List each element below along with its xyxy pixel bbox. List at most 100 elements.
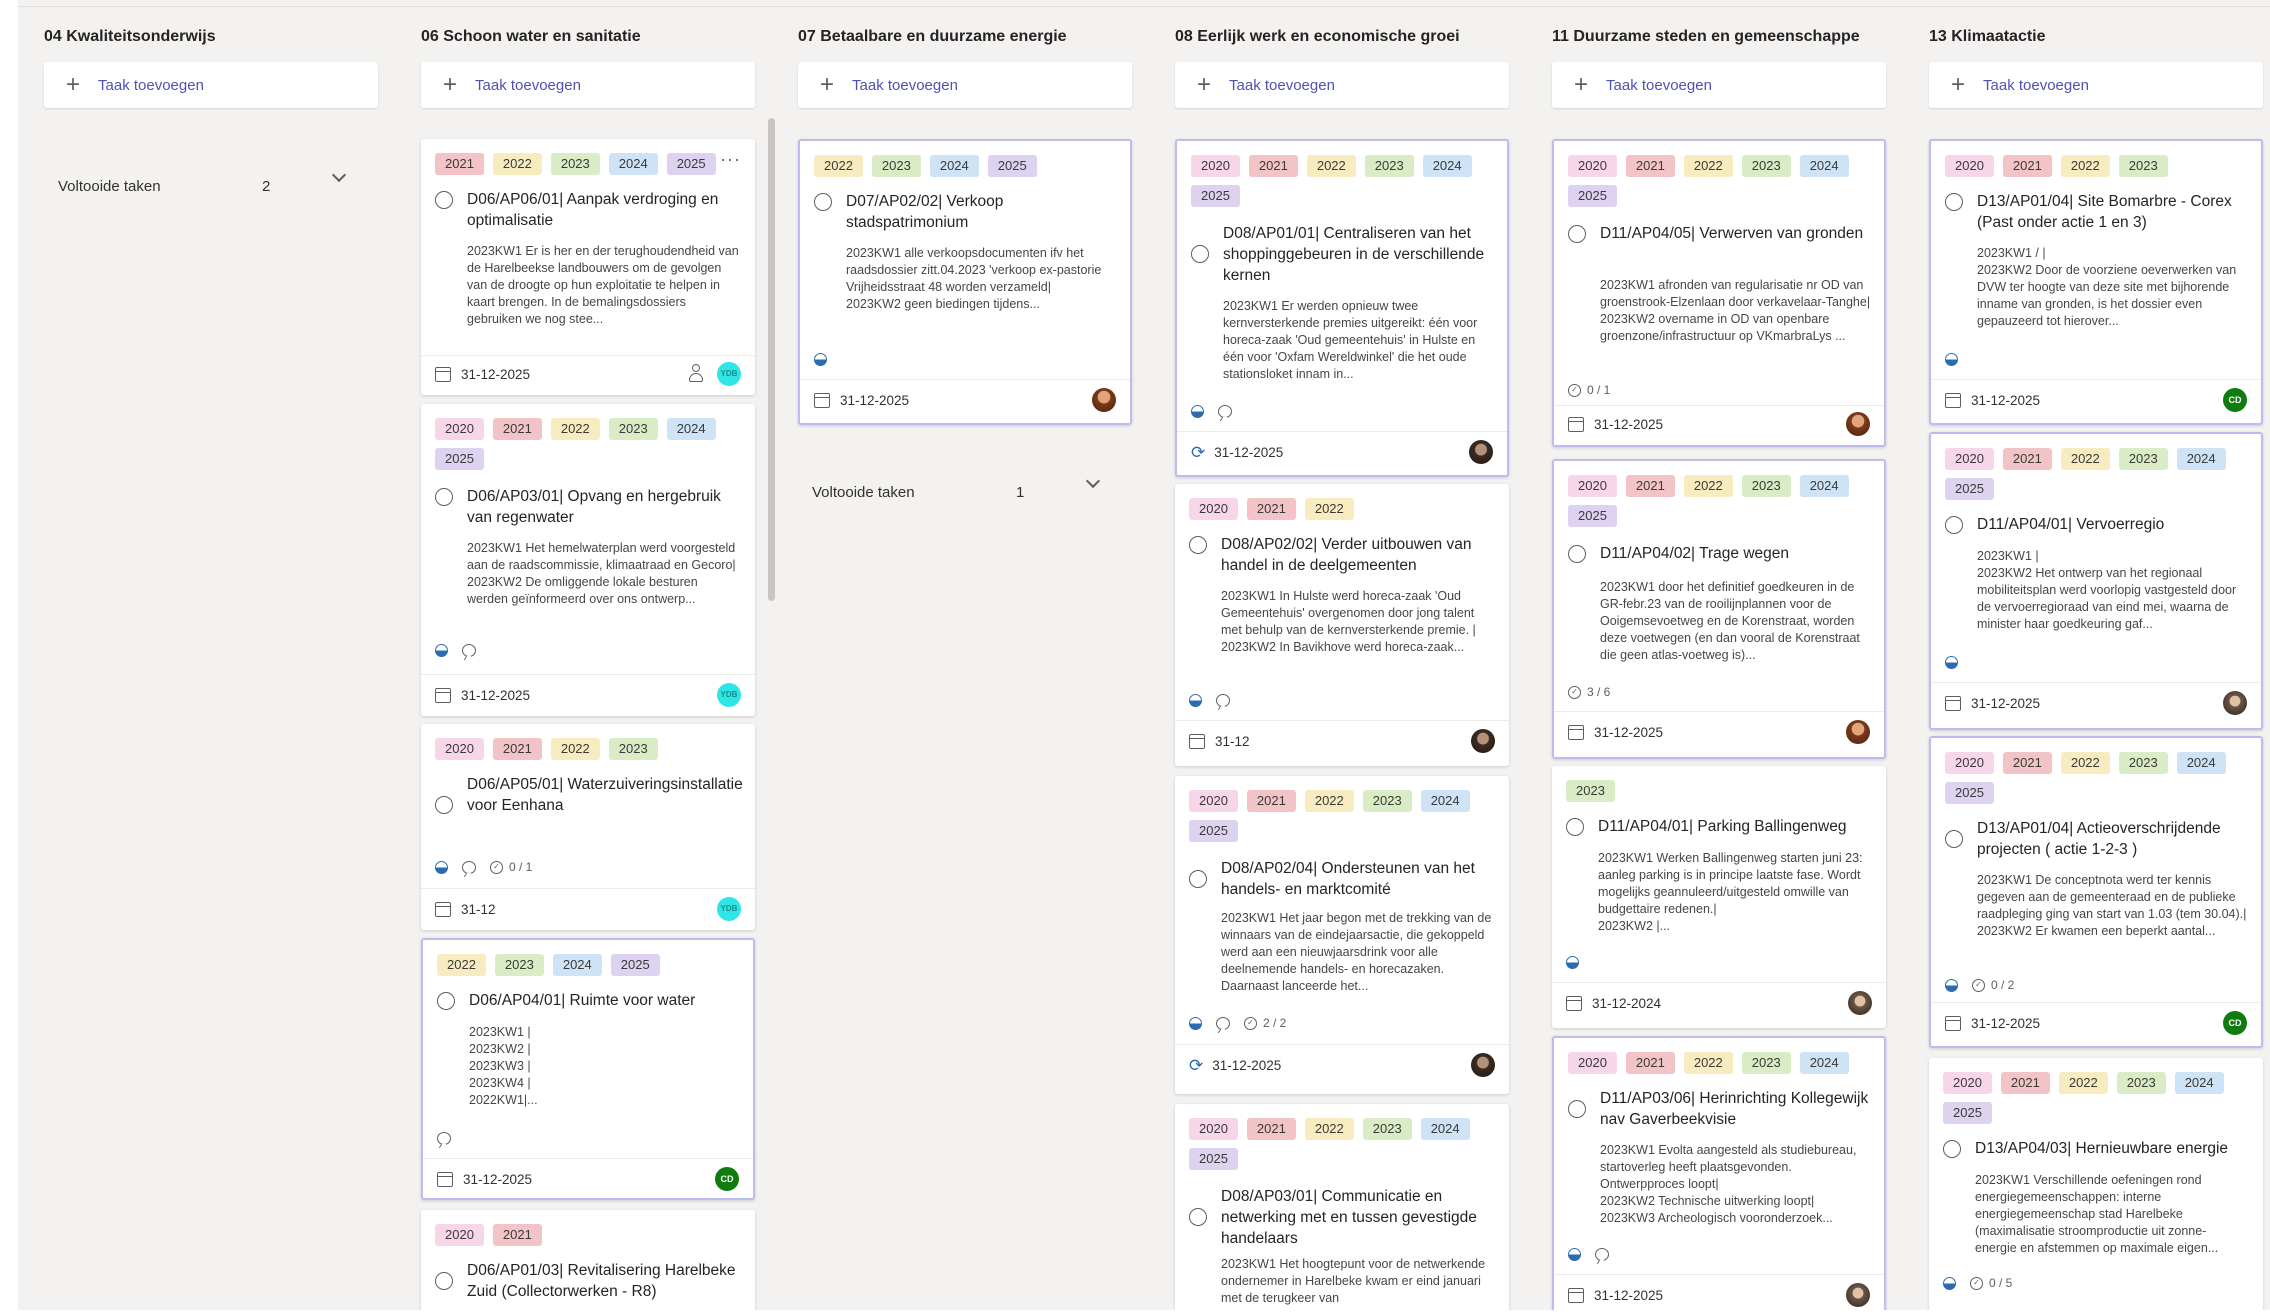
- assignee-avatar[interactable]: YDB: [717, 362, 741, 386]
- task-indicators: ✓ 0 / 2: [1945, 978, 2014, 992]
- task-card[interactable]: 2020 2021 2022 2023 2024 2025 D06/AP03/0…: [421, 404, 755, 716]
- divider: [1554, 405, 1884, 406]
- task-title: D08/AP02/04| Ondersteunen van het handel…: [1221, 860, 1475, 898]
- add-task-button[interactable]: + Taak toevoegen: [1552, 62, 1886, 108]
- add-task-button[interactable]: + Taak toevoegen: [1929, 62, 2263, 108]
- bucket-title[interactable]: 06 Schoon water en sanitatie: [421, 28, 641, 46]
- task-card[interactable]: 2020 2021 2022 D08/AP02/02| Verder uitbo…: [1175, 484, 1509, 766]
- task-card-selected[interactable]: 2022 2023 2024 2025 D06/AP04/01| Ruimte …: [421, 938, 755, 1200]
- task-card-selected[interactable]: 2020 2021 2022 2023 D13/AP01/04| Site Bo…: [1929, 139, 2263, 425]
- complete-checkbox[interactable]: [1943, 1140, 1961, 1158]
- assignee-avatar[interactable]: [1848, 991, 1872, 1015]
- assignee-avatar[interactable]: [1846, 720, 1870, 744]
- checklist-indicator: ✓ 0 / 2: [1972, 978, 2014, 992]
- task-footer: 31-12-2025: [1568, 409, 1870, 439]
- task-card-selected[interactable]: 2020 2021 2022 2023 2024 2025 D11/AP04/0…: [1552, 459, 1886, 759]
- task-card[interactable]: 2020 2021 D06/AP01/03| Revitalisering Ha…: [421, 1210, 755, 1315]
- complete-checkbox[interactable]: [1568, 225, 1586, 243]
- task-title: D13/AP01/04| Site Bomarbre - Corex (Past…: [1977, 193, 2232, 231]
- vertical-scrollbar[interactable]: [768, 118, 775, 601]
- bucket-title[interactable]: 07 Betaalbare en duurzame energie: [798, 28, 1067, 46]
- assignee-avatar[interactable]: [1469, 440, 1493, 464]
- assign-people-icon[interactable]: [689, 364, 709, 384]
- label-2020: 2020: [1189, 498, 1238, 520]
- complete-checkbox[interactable]: [1189, 870, 1207, 888]
- complete-checkbox[interactable]: [1945, 516, 1963, 534]
- label-2024: 2024: [1799, 1052, 1849, 1074]
- label-2023: 2023: [2118, 752, 2168, 774]
- assignee-avatar[interactable]: [1846, 412, 1870, 436]
- task-indicators: ✓ 0 / 1: [435, 860, 532, 874]
- assignee-avatar[interactable]: [1471, 729, 1495, 753]
- complete-checkbox[interactable]: [1568, 1100, 1586, 1118]
- task-footer: ⟳ 31-12-2025: [1189, 1050, 1495, 1080]
- task-card[interactable]: 2020 2021 2022 2023 2024 2025 D08/AP03/0…: [1175, 1104, 1509, 1315]
- complete-checkbox[interactable]: [814, 193, 832, 211]
- bucket-title[interactable]: 08 Eerlijk werk en economische groei: [1175, 28, 1460, 46]
- assignee-avatar[interactable]: YDB: [717, 897, 741, 921]
- bucket-title[interactable]: 04 Kwaliteitsonderwijs: [44, 28, 216, 46]
- assignee-avatar[interactable]: [1092, 388, 1116, 412]
- complete-checkbox[interactable]: [435, 488, 453, 506]
- complete-checkbox[interactable]: [1191, 245, 1209, 263]
- task-footer: 31-12: [1189, 726, 1495, 756]
- complete-checkbox[interactable]: [437, 992, 455, 1010]
- task-description: 2023KW1 | 2023KW2 Het ontwerp van het re…: [1977, 549, 2237, 631]
- completed-tasks-toggle[interactable]: Voltooide taken 2: [58, 167, 368, 195]
- task-card-selected[interactable]: 2020 2021 2022 2023 2024 2025 D13/AP01/0…: [1929, 736, 2263, 1048]
- add-task-button[interactable]: + Taak toevoegen: [798, 62, 1132, 108]
- label-2022: 2022: [814, 155, 863, 177]
- calendar-icon: [1945, 695, 1961, 711]
- label-2023: 2023: [1566, 780, 1615, 802]
- complete-checkbox[interactable]: [1189, 536, 1207, 554]
- divider: [1552, 982, 1886, 983]
- complete-checkbox[interactable]: [1945, 830, 1963, 848]
- assignee-avatar[interactable]: [1471, 1053, 1495, 1077]
- bucket-title[interactable]: 11 Duurzame steden en gemeenschappe: [1552, 28, 1860, 46]
- task-card-selected[interactable]: 2022 2023 2024 2025 D07/AP02/02| Verkoop…: [798, 139, 1132, 425]
- calendar-icon: [1566, 995, 1582, 1011]
- assignee-avatar[interactable]: CD: [2223, 388, 2247, 412]
- task-card-selected[interactable]: 2020 2021 2022 2023 2024 D11/AP03/06| He…: [1552, 1036, 1886, 1315]
- label-2021: 2021: [1625, 155, 1675, 177]
- task-card[interactable]: 2021 2022 2023 2024 2025 ··· D06/AP06/01…: [421, 139, 755, 395]
- complete-checkbox[interactable]: [1945, 193, 1963, 211]
- task-title: D06/AP04/01| Ruimte voor water: [469, 992, 696, 1009]
- task-indicators: ✓ 2 / 2: [1189, 1016, 1286, 1030]
- due-date: 31-12-2025: [1971, 1015, 2041, 1031]
- add-task-button[interactable]: + Taak toevoegen: [1175, 62, 1509, 108]
- complete-checkbox[interactable]: [435, 1272, 453, 1290]
- assignee-avatar[interactable]: CD: [2223, 1011, 2247, 1035]
- assignee-avatar[interactable]: [2223, 691, 2247, 715]
- task-card[interactable]: 2023 D11/AP04/01| Parking Ballingenweg 2…: [1552, 766, 1886, 1028]
- complete-checkbox[interactable]: [435, 191, 453, 209]
- planner-board: 04 Kwaliteitsonderwijs + Taak toevoegen V…: [0, 0, 2270, 1315]
- task-card[interactable]: 2020 2021 2022 2023 2024 2025 D08/AP02/0…: [1175, 776, 1509, 1094]
- add-task-button[interactable]: + Taak toevoegen: [44, 62, 378, 108]
- assignee-avatar[interactable]: YDB: [717, 683, 741, 707]
- task-card-selected[interactable]: 2020 2021 2022 2023 2024 2025 D11/AP04/0…: [1929, 432, 2263, 730]
- task-card[interactable]: 2020 2021 2022 2023 D06/AP05/01| Waterzu…: [421, 724, 755, 930]
- task-card[interactable]: 2020 2021 2022 2023 2024 2025 D13/AP04/0…: [1929, 1058, 2263, 1315]
- checklist-count: 0 / 1: [509, 860, 533, 874]
- more-options-icon[interactable]: ···: [720, 149, 741, 170]
- task-title: D07/AP02/02| Verkoop stadspatrimonium: [846, 193, 1004, 231]
- assignee-avatar[interactable]: CD: [715, 1167, 739, 1191]
- repeat-icon: ⟳: [1191, 442, 1206, 462]
- complete-checkbox[interactable]: [1566, 818, 1584, 836]
- complete-checkbox[interactable]: [1568, 545, 1586, 563]
- task-card-selected[interactable]: 2020 2021 2022 2023 2024 2025 D11/AP04/0…: [1552, 139, 1886, 447]
- task-title-row: D11/AP03/06| Herinrichting Kollegewijk n…: [1568, 1088, 1878, 1130]
- label-2024: 2024: [608, 153, 658, 175]
- complete-checkbox[interactable]: [435, 796, 453, 814]
- add-task-button[interactable]: + Taak toevoegen: [421, 62, 755, 108]
- completed-tasks-toggle[interactable]: Voltooide taken 1: [812, 473, 1122, 501]
- assignee-avatar[interactable]: [1846, 1283, 1870, 1307]
- complete-checkbox[interactable]: [1189, 1208, 1207, 1226]
- bucket-title[interactable]: 13 Klimaatactie: [1929, 28, 2046, 46]
- label-2021: 2021: [2002, 155, 2052, 177]
- label-2025: 2025: [1568, 185, 1617, 207]
- task-card-selected[interactable]: 2020 2021 2022 2023 2024 2025 D08/AP01/0…: [1175, 139, 1509, 477]
- label-2024: 2024: [1422, 155, 1472, 177]
- chevron-down-icon: [1085, 473, 1101, 489]
